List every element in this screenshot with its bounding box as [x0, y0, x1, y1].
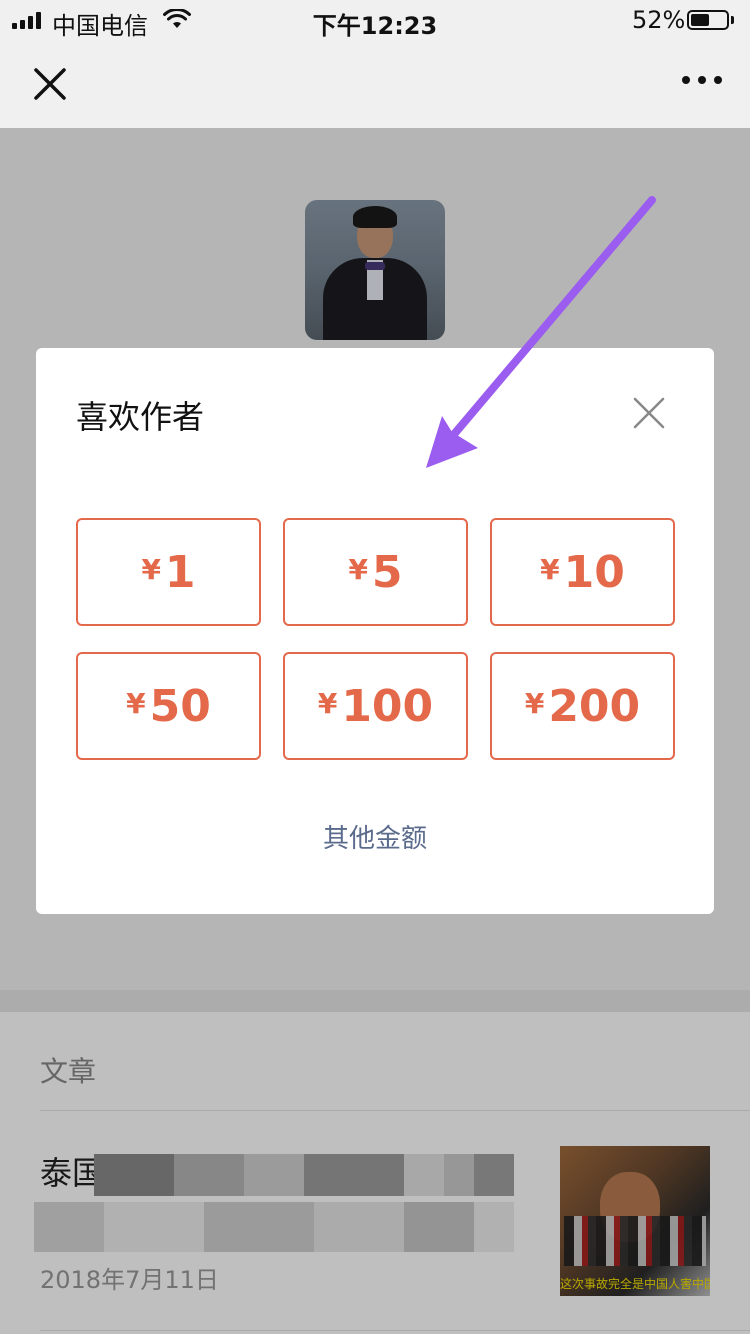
currency-symbol: ¥: [126, 686, 146, 720]
amount-value: 200: [548, 680, 641, 732]
dialog-title: 喜欢作者: [76, 398, 205, 436]
status-bar: 中国电信 下午12:23 52%: [0, 0, 750, 40]
currency-symbol: ¥: [540, 552, 560, 586]
currency-symbol: ¥: [141, 552, 161, 586]
more-icon[interactable]: [682, 76, 722, 84]
battery-icon: [687, 10, 729, 30]
nav-bar: [0, 40, 750, 128]
amount-value: 5: [371, 546, 403, 598]
currency-symbol: ¥: [317, 686, 338, 720]
close-icon[interactable]: [30, 64, 70, 104]
amount-grid: ¥ 1 ¥ 5 ¥ 10 ¥ 50 ¥ 100 ¥ 200: [76, 518, 675, 760]
amount-value: 1: [164, 546, 196, 598]
other-amount-link[interactable]: 其他金额: [36, 818, 714, 855]
amount-button-100[interactable]: ¥ 100: [283, 652, 468, 760]
currency-symbol: ¥: [524, 686, 545, 720]
amount-value: 50: [149, 680, 211, 732]
annotation-arrow-icon: [426, 196, 656, 468]
amount-value: 100: [341, 680, 434, 732]
amount-button-1[interactable]: ¥ 1: [76, 518, 261, 626]
amount-button-50[interactable]: ¥ 50: [76, 652, 261, 760]
amount-button-10[interactable]: ¥ 10: [490, 518, 675, 626]
battery-cap: [731, 16, 734, 24]
battery-percent: 52%: [632, 6, 686, 34]
currency-symbol: ¥: [348, 552, 368, 586]
amount-value: 10: [563, 546, 625, 598]
amount-button-200[interactable]: ¥ 200: [490, 652, 675, 760]
amount-button-5[interactable]: ¥ 5: [283, 518, 468, 626]
